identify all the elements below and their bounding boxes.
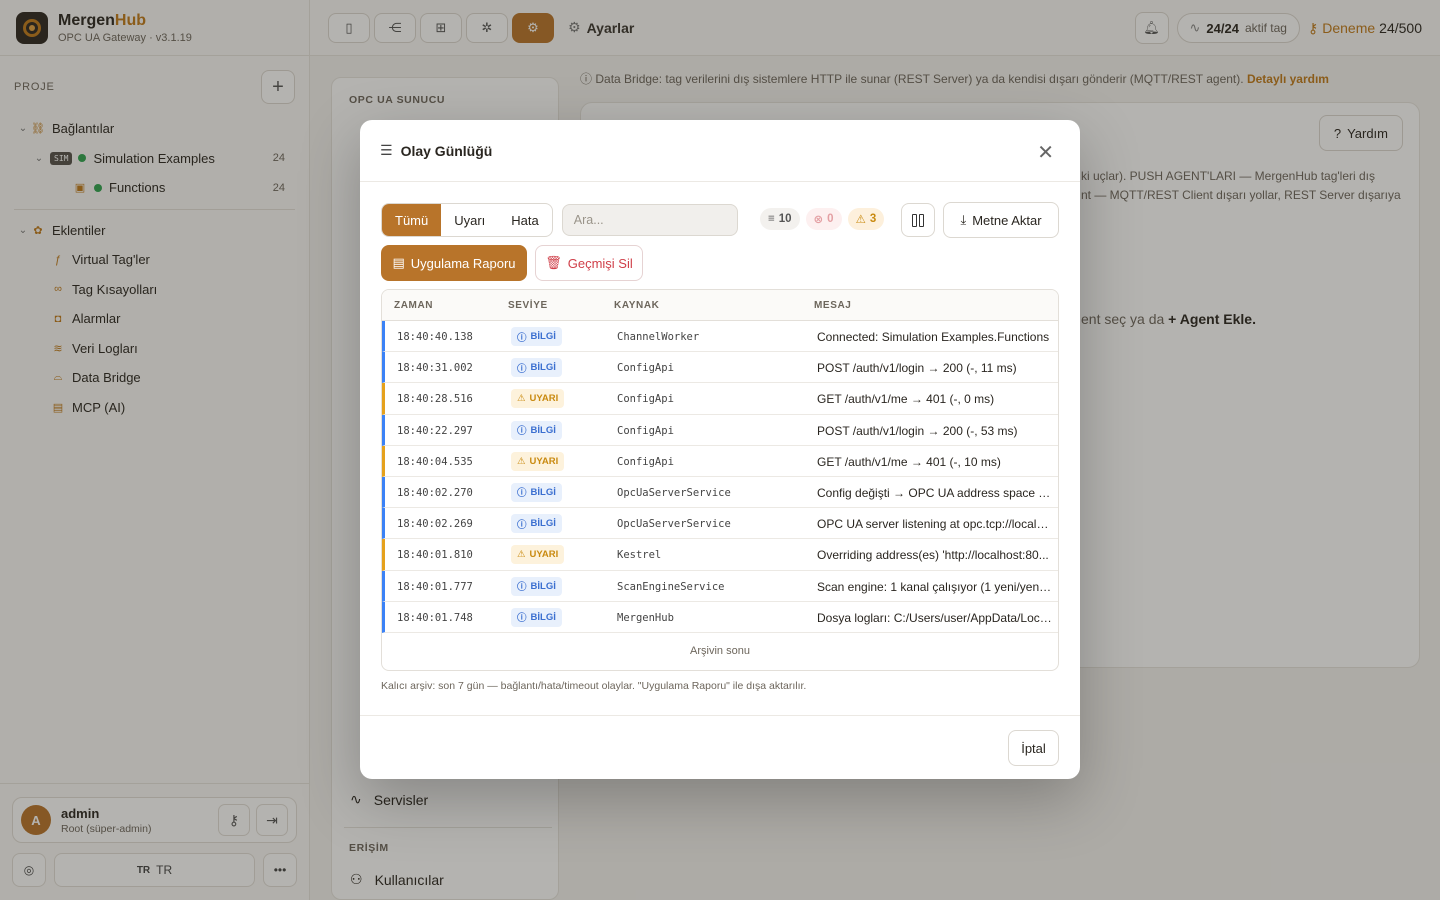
filter-error[interactable]: Hata	[498, 204, 551, 236]
error-count-badge: ⊗ 0	[805, 208, 842, 230]
col-source: KAYNAK	[614, 300, 660, 311]
row-source: ConfigApi	[617, 424, 674, 437]
export-text-button[interactable]: ⤓ Metne Aktar	[943, 202, 1059, 238]
download-icon: ⤓	[960, 212, 967, 227]
level-badge: ⓘ BİLGİ	[511, 576, 562, 596]
row-time: 18:40:04.535	[397, 455, 473, 468]
row-source: ConfigApi	[617, 393, 674, 406]
row-source: OpcUaServerService	[617, 486, 731, 499]
row-source: MergenHub	[617, 611, 674, 624]
row-message: Dosya logları: C:/Users/user/AppData/Loc…	[817, 610, 1052, 625]
row-source: ChannelWorker	[617, 331, 700, 343]
table-row[interactable]: 18:40:28.516 ⚠ UYARI ConfigApi GET /auth/v1/…	[382, 383, 1058, 415]
error-icon: ⊗	[813, 214, 824, 226]
modal-footer: İptal	[360, 715, 1080, 779]
modal-title: Olay Günlüğü	[400, 142, 493, 159]
table-row[interactable]: 18:40:01.748 ⓘ BİLGİ MergenHub Dosya logları…	[382, 601, 1058, 633]
filter-warning[interactable]: Uyarı	[441, 204, 498, 236]
row-message: GET /auth/v1/me → 401 (-, 0 ms)	[817, 392, 995, 407]
cancel-button[interactable]: İptal	[1008, 730, 1059, 766]
table-row[interactable]: 18:40:01.810 ⚠ UYARI Kestrel Overriding addr…	[382, 539, 1058, 571]
app-report-button[interactable]: ▤ Uygulama Raporu	[381, 245, 527, 281]
row-time: 18:40:02.270	[397, 486, 473, 499]
search-input[interactable]: Ara...	[561, 204, 738, 236]
table-row[interactable]: 18:40:02.269 ⓘ BİLGİ OpcUaServerService OPC …	[382, 508, 1058, 540]
warning-icon: ⚠	[517, 549, 526, 561]
row-source: Kestrel	[617, 549, 662, 562]
filter-all[interactable]: Tümü	[382, 204, 442, 236]
row-time: 18:40:01.777	[397, 580, 473, 593]
table-header: ZAMAN SEVİYE KAYNAK MESAJ	[382, 290, 1058, 321]
log-icon: ☰	[380, 142, 393, 158]
level-badge: ⓘ BİLGİ	[511, 514, 562, 534]
row-message: GET /auth/v1/me → 401 (-, 10 ms)	[817, 454, 1001, 469]
level-badge: ⓘ BİLGİ	[511, 482, 562, 502]
table-footer: Arşivin sonu	[690, 644, 750, 657]
warning-icon: ⚠	[517, 393, 526, 405]
col-time: ZAMAN	[394, 300, 434, 311]
col-message: MESAJ	[814, 300, 852, 311]
list-icon: ≡	[768, 213, 775, 225]
row-message: Connected: Simulation Examples.Functions	[817, 330, 1050, 344]
warning-count-badge: ⚠ 3	[847, 208, 885, 230]
archive-note: Kalıcı arşiv: son 7 gün — bağlantı/hata/…	[381, 680, 807, 692]
level-badge: ⚠ UYARI	[511, 451, 565, 471]
info-icon: ⓘ	[517, 426, 527, 438]
table-row[interactable]: 18:40:31.002 ⓘ BİLGİ ConfigApi POST /auth/v1…	[382, 352, 1058, 384]
level-badge: ⓘ BİLGİ	[511, 327, 562, 346]
row-source: ConfigApi	[617, 455, 674, 468]
info-icon: ⓘ	[517, 332, 527, 344]
table-row[interactable]: 18:40:04.535 ⚠ UYARI ConfigApi GET /auth/v1/…	[382, 445, 1058, 477]
row-message: Scan engine: 1 kanal çalışıyor (1 yeni/y…	[817, 579, 1052, 594]
info-icon: ⓘ	[517, 488, 527, 500]
level-badge: ⓘ BİLGİ	[511, 420, 562, 440]
warning-icon: ⚠	[855, 214, 866, 226]
table-row[interactable]: 18:40:01.777 ⓘ BİLGİ ScanEngineService Scan …	[382, 570, 1058, 602]
level-badge: ⚠ UYARI	[511, 389, 565, 409]
level-filter: Tümü Uyarı Hata	[381, 203, 553, 237]
info-icon: ⓘ	[517, 613, 527, 625]
row-time: 18:40:31.002	[397, 362, 473, 375]
row-time: 18:40:01.748	[397, 611, 473, 624]
level-badge: ⓘ BİLGİ	[511, 607, 562, 627]
event-table: ZAMAN SEVİYE KAYNAK MESAJ 18:40:40.138 ⓘ B…	[381, 289, 1059, 671]
file-icon: ▤	[392, 255, 405, 270]
level-badge: ⓘ BİLGİ	[511, 358, 562, 378]
level-badge: ⚠ UYARI	[511, 545, 565, 565]
table-row[interactable]: 18:40:40.138 ⓘ BİLGİ ChannelWorker Connected…	[382, 321, 1058, 353]
count-badges: ≡ 10 ⊗ 0 ⚠ 3	[760, 208, 885, 230]
row-source: ConfigApi	[617, 362, 674, 375]
row-message: POST /auth/v1/login → 200 (-, 53 ms)	[817, 423, 1018, 438]
close-icon[interactable]: ✕	[1037, 140, 1054, 165]
row-source: ScanEngineService	[617, 580, 725, 593]
row-time: 18:40:40.138	[397, 331, 473, 343]
col-level: SEVİYE	[508, 300, 548, 311]
info-icon: ⓘ	[517, 519, 527, 531]
warning-icon: ⚠	[517, 455, 526, 467]
row-message: POST /auth/v1/login → 200 (-, 11 ms)	[817, 361, 1017, 376]
table-row[interactable]: 18:40:22.297 ⓘ BİLGİ ConfigApi POST /auth/v1…	[382, 414, 1058, 446]
event-log-modal: ☰ Olay Günlüğü ✕ Tümü Uyarı Hata Ara... …	[360, 120, 1080, 779]
row-time: 18:40:22.297	[397, 424, 473, 437]
row-source: OpcUaServerService	[617, 518, 731, 531]
table-row[interactable]: 18:40:02.270 ⓘ BİLGİ OpcUaServerService Conf…	[382, 476, 1058, 509]
row-time: 18:40:02.269	[397, 518, 473, 531]
columns-toggle-icon[interactable]	[901, 203, 935, 237]
clear-history-button[interactable]: 🗑︎ Geçmişi Sil	[535, 245, 643, 281]
row-time: 18:40:01.810	[397, 549, 473, 562]
total-count-badge: ≡ 10	[760, 208, 800, 230]
info-icon: ⓘ	[517, 582, 527, 593]
row-message: Config değişti → OPC UA address space Y.…	[817, 485, 1052, 500]
info-icon: ⓘ	[517, 363, 527, 375]
row-message: Overriding address(es) 'http://localhost…	[817, 548, 1049, 563]
row-time: 18:40:28.516	[397, 393, 473, 406]
trash-icon: 🗑︎	[545, 255, 562, 270]
row-message: OPC UA server listening at opc.tcp://loc…	[817, 517, 1052, 532]
